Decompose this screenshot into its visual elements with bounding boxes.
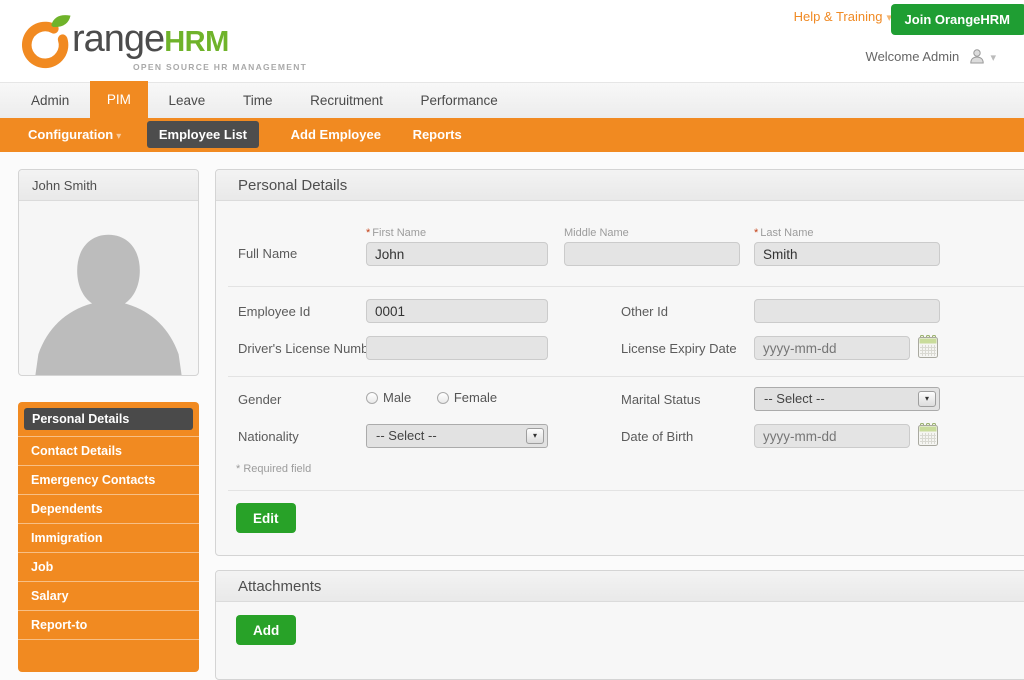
brand-text: rangeHRM — [72, 18, 229, 61]
menu-item-wrap: Personal Details — [18, 402, 199, 437]
sidebar-item-emergency-contacts[interactable]: Emergency Contacts — [18, 466, 199, 495]
calendar-icon[interactable] — [918, 423, 938, 446]
employee-id-label: Employee Id — [238, 304, 310, 319]
marital-status-select[interactable]: -- Select -- ▾ — [754, 387, 940, 411]
brand-range: range — [72, 18, 164, 60]
last-name-sublabel: *Last Name — [754, 227, 813, 239]
other-id-label: Other Id — [621, 304, 668, 319]
drivers-license-input[interactable] — [366, 336, 548, 360]
employee-photo — [19, 201, 198, 375]
nationality-label: Nationality — [238, 429, 299, 444]
drivers-license-label: Driver's License Number — [238, 341, 380, 356]
chevron-down-icon: ▾ — [116, 131, 121, 142]
dob-input[interactable] — [754, 424, 910, 448]
orange-fruit-icon — [18, 10, 74, 72]
required-asterisk: * — [366, 227, 370, 239]
tab-leave[interactable]: Leave — [152, 83, 223, 119]
sub-nav-bar: Configuration▾ Employee List Add Employe… — [0, 118, 1024, 152]
radio-icon — [437, 392, 449, 404]
join-orangehrm-button[interactable]: Join OrangeHRM — [891, 4, 1024, 35]
sidebar-item-personal-details[interactable]: Personal Details — [24, 408, 193, 430]
divider — [228, 286, 1024, 287]
sidebar-item-immigration[interactable]: Immigration — [18, 524, 199, 553]
sidebar-item-job[interactable]: Job — [18, 553, 199, 582]
full-name-label: Full Name — [238, 246, 297, 261]
sidebar-item-dependents[interactable]: Dependents — [18, 495, 199, 524]
last-name-input[interactable] — [754, 242, 940, 266]
panel-title: Personal Details — [216, 170, 1024, 201]
sidebar-item-salary[interactable]: Salary — [18, 582, 199, 611]
gender-female-label: Female — [454, 390, 497, 405]
welcome-admin-menu[interactable]: Welcome Admin ▾ — [866, 48, 996, 64]
gender-male-radio[interactable]: Male — [366, 390, 411, 405]
first-name-sublabel: *First Name — [366, 227, 426, 239]
license-expiry-label: License Expiry Date — [621, 341, 737, 356]
subnav-employee-list[interactable]: Employee List — [147, 121, 259, 148]
personal-details-panel: Personal Details Full Name *First Name M… — [215, 169, 1024, 556]
attachments-panel: Attachments Add — [215, 570, 1024, 680]
first-name-input[interactable] — [366, 242, 548, 266]
tab-recruitment[interactable]: Recruitment — [293, 83, 400, 119]
gender-female-radio[interactable]: Female — [437, 390, 497, 405]
gender-label: Gender — [238, 392, 281, 407]
attachments-title: Attachments — [216, 571, 1024, 602]
divider — [228, 490, 1024, 491]
subnav-add-employee[interactable]: Add Employee — [291, 118, 381, 152]
tab-performance[interactable]: Performance — [403, 83, 514, 119]
nationality-value: -- Select -- — [376, 428, 437, 443]
gender-radio-group: Male Female — [366, 390, 519, 405]
edit-button[interactable]: Edit — [236, 503, 296, 533]
tab-time[interactable]: Time — [226, 83, 290, 119]
employee-name-header: John Smith — [19, 170, 198, 201]
subnav-reports[interactable]: Reports — [413, 118, 462, 152]
required-field-note: * Required field — [236, 463, 311, 475]
nationality-select[interactable]: -- Select -- ▾ — [366, 424, 548, 448]
person-silhouette-icon — [19, 201, 198, 375]
add-attachment-button[interactable]: Add — [236, 615, 296, 645]
help-training-label: Help & Training — [794, 9, 883, 24]
required-asterisk: * — [754, 227, 758, 239]
sidebar-item-report-to[interactable]: Report-to — [18, 611, 199, 640]
divider — [228, 376, 1024, 377]
middle-name-input[interactable] — [564, 242, 740, 266]
brand-tagline: OPEN SOURCE HR MANAGEMENT — [133, 62, 307, 72]
tab-admin[interactable]: Admin — [14, 83, 86, 119]
help-training-link[interactable]: Help & Training▾ — [794, 9, 892, 24]
marital-status-label: Marital Status — [621, 392, 700, 407]
brand-hrm: HRM — [164, 26, 229, 58]
sidebar-item-contact-details[interactable]: Contact Details — [18, 437, 199, 466]
license-expiry-input[interactable] — [754, 336, 910, 360]
welcome-admin-label: Welcome Admin — [866, 49, 960, 64]
select-dropdown-icon: ▾ — [526, 428, 544, 444]
middle-name-sublabel: Middle Name — [564, 227, 629, 239]
tab-pim[interactable]: PIM — [90, 81, 148, 119]
radio-icon — [366, 392, 378, 404]
main-nav-bar: Admin PIM Leave Time Recruitment Perform… — [0, 82, 1024, 118]
dob-label: Date of Birth — [621, 429, 693, 444]
top-header: rangeHRM OPEN SOURCE HR MANAGEMENT Help … — [0, 0, 1024, 82]
other-id-input[interactable] — [754, 299, 940, 323]
chevron-down-icon: ▾ — [990, 52, 996, 64]
pim-section-menu: Personal Details Contact Details Emergen… — [18, 402, 199, 672]
user-icon — [969, 48, 985, 64]
configuration-label: Configuration — [28, 127, 113, 142]
gender-male-label: Male — [383, 390, 411, 405]
employee-profile-panel: John Smith — [18, 169, 199, 376]
calendar-icon[interactable] — [918, 335, 938, 358]
subnav-configuration[interactable]: Configuration▾ — [28, 118, 121, 154]
select-dropdown-icon: ▾ — [918, 391, 936, 407]
main-nav-tabs: Admin PIM Leave Time Recruitment Perform… — [14, 83, 515, 119]
marital-status-value: -- Select -- — [764, 391, 825, 406]
orangehrm-logo: rangeHRM OPEN SOURCE HR MANAGEMENT — [18, 6, 288, 78]
employee-id-input[interactable] — [366, 299, 548, 323]
